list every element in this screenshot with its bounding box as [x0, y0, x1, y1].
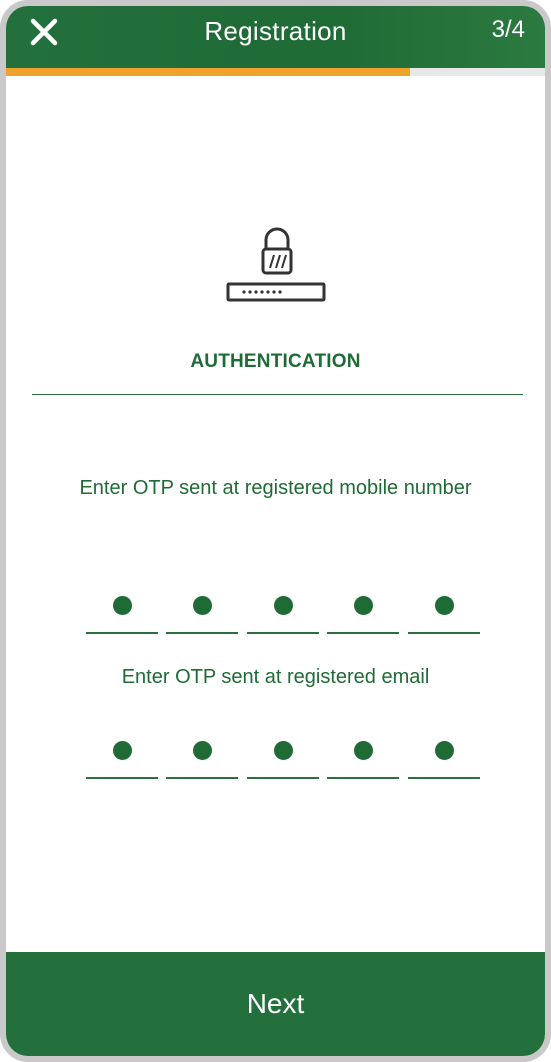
email-otp-digit-3[interactable] [247, 735, 319, 795]
mobile-otp-digit-3[interactable] [247, 590, 319, 650]
mobile-otp-digit-2[interactable] [166, 590, 238, 650]
step-indicator: 3/4 [491, 16, 525, 43]
otp-underline [408, 777, 480, 779]
email-otp-digit-1[interactable] [86, 735, 158, 795]
otp-underline [247, 777, 319, 779]
otp-underline [327, 632, 399, 634]
otp-underline [247, 632, 319, 634]
otp-underline [86, 632, 158, 634]
otp-dot [274, 596, 293, 615]
otp-underline [86, 777, 158, 779]
top-bar: Registration 3/4 [6, 6, 545, 68]
lock-password-icon [222, 220, 332, 310]
mobile-otp-prompt: Enter OTP sent at registered mobile numb… [79, 477, 472, 499]
otp-dot [354, 741, 373, 760]
otp-dot [435, 596, 454, 615]
divider [32, 394, 523, 395]
email-otp-input[interactable] [86, 735, 480, 795]
otp-dot [435, 741, 454, 760]
progress-bar [6, 68, 545, 76]
otp-dot [354, 596, 373, 615]
email-otp-digit-5[interactable] [408, 735, 480, 795]
otp-underline [166, 777, 238, 779]
otp-dot [113, 596, 132, 615]
email-otp-digit-4[interactable] [327, 735, 399, 795]
registration-screen: Registration 3/4 AUTHENTICATION Enter OT… [0, 0, 551, 1062]
otp-underline [327, 777, 399, 779]
otp-underline [166, 632, 238, 634]
section-title: AUTHENTICATION [190, 351, 361, 372]
email-otp-digit-2[interactable] [166, 735, 238, 795]
next-button[interactable]: Next [6, 952, 545, 1056]
otp-dot [193, 741, 212, 760]
otp-dot [274, 741, 293, 760]
otp-dot [193, 596, 212, 615]
mobile-otp-digit-4[interactable] [327, 590, 399, 650]
mobile-otp-digit-5[interactable] [408, 590, 480, 650]
otp-underline [408, 632, 480, 634]
email-otp-prompt: Enter OTP sent at registered email [121, 666, 430, 688]
mobile-otp-input[interactable] [86, 590, 480, 650]
progress-fill [6, 68, 411, 76]
otp-dot [113, 741, 132, 760]
mobile-otp-digit-1[interactable] [86, 590, 158, 650]
page-title: Registration [204, 16, 347, 46]
